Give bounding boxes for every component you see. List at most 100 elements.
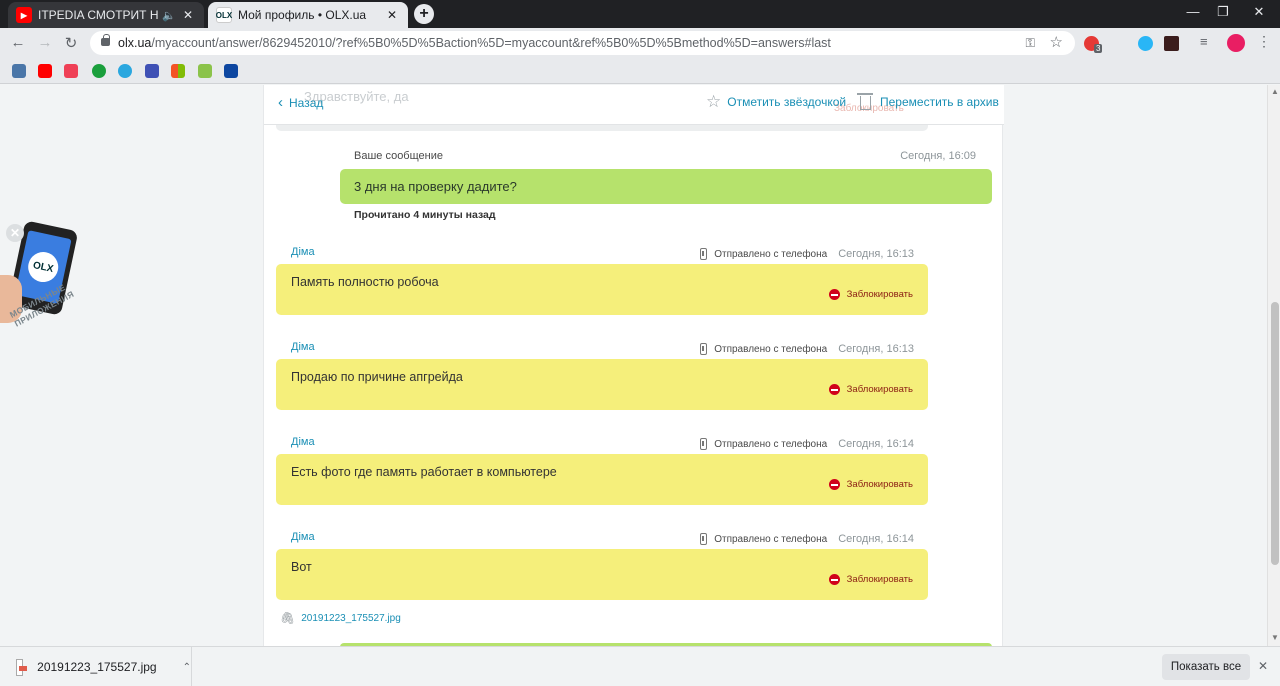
sent-via: Отправлено с телефона xyxy=(714,533,828,545)
avatar[interactable] xyxy=(1227,34,1245,52)
page-viewport: OLX ✕ МОБИЛЬНЫЕ ПРИЛОЖЕНИЯ Здравствуйте,… xyxy=(0,85,1267,646)
close-downloads-icon[interactable]: ✕ xyxy=(1258,659,1268,673)
tab-youtube[interactable]: ▶ ITPEDIA СМОТРИТ НОВОГО 🔈 ✕ xyxy=(8,2,204,28)
message-time: Сегодня, 16:13 xyxy=(838,248,914,260)
page-scrollbar[interactable]: ▲ ▼ xyxy=(1267,85,1280,646)
url-path: /myaccount/answer/8629452010/?ref%5B0%5D… xyxy=(151,36,831,50)
star-icon: ☆ xyxy=(706,92,722,111)
message-meta: Отправлено с телефона Сегодня, 16:13 xyxy=(700,343,914,355)
key-icon[interactable]: ⚿ xyxy=(1025,31,1035,55)
red-extension-icon[interactable] xyxy=(1164,36,1179,51)
message-author[interactable]: Діма xyxy=(291,341,315,353)
scroll-down-icon[interactable]: ▼ xyxy=(1271,633,1279,642)
own-message-header: Ваше сообщение Сегодня, 16:09 xyxy=(354,150,976,162)
a-icon[interactable] xyxy=(198,64,212,78)
menu-icon[interactable]: ⋮ xyxy=(1257,33,1272,49)
snowflake-icon[interactable] xyxy=(118,64,132,78)
message-time: Сегодня, 16:14 xyxy=(838,438,914,450)
speaker-icon[interactable]: 🔈 xyxy=(162,9,176,22)
olx-icon: OLX xyxy=(216,7,232,23)
chevron-up-icon[interactable]: ⌃ xyxy=(183,662,191,673)
message-author[interactable]: Діма xyxy=(291,531,315,543)
message-text: Память полностю робоча xyxy=(291,275,439,289)
block-icon xyxy=(828,574,840,585)
download-item[interactable]: 20191223_175527.jpg ⌃ xyxy=(12,647,192,686)
close-tab-icon[interactable]: ✕ xyxy=(384,8,400,22)
vk-icon[interactable] xyxy=(12,64,26,78)
message-text: Есть фото где память работает в компьюте… xyxy=(291,465,557,479)
bookmarks-bar xyxy=(0,58,1280,84)
message-bubble: Вот Заблокировать xyxy=(276,549,928,600)
block-label: Заблокировать xyxy=(846,574,913,585)
playlist-icon[interactable]: ≡ xyxy=(1200,34,1215,49)
message-time: Сегодня, 16:13 xyxy=(838,343,914,355)
lock-icon xyxy=(101,34,110,46)
message-meta: Отправлено с телефона Сегодня, 16:14 xyxy=(700,438,914,450)
archive-button[interactable]: Переместить в архив xyxy=(857,93,999,110)
mobile-apps-promo[interactable]: OLX ✕ МОБИЛЬНЫЕ ПРИЛОЖЕНИЯ xyxy=(0,215,90,365)
promo-close-icon[interactable]: ✕ xyxy=(6,224,24,242)
message-text: Продаю по причине апгрейда xyxy=(291,370,463,384)
pocket-icon[interactable] xyxy=(64,64,78,78)
downloads-bar: 20191223_175527.jpg ⌃ Показать все ✕ xyxy=(0,646,1280,686)
star-button[interactable]: ☆ Отметить звёздочкой xyxy=(706,92,847,111)
extension-badge: 3 xyxy=(1094,44,1103,53)
stripe-icon[interactable] xyxy=(224,64,238,78)
read-status: Прочитано 4 минуты назад xyxy=(354,209,496,221)
bookmark-star-icon[interactable]: ☆ xyxy=(1050,31,1063,55)
scrollbar-thumb[interactable] xyxy=(1271,302,1279,565)
paperclip-icon: 🖇 xyxy=(280,611,296,625)
back-arrow-icon[interactable]: ← xyxy=(9,34,27,51)
block-label: Заблокировать xyxy=(846,479,913,490)
own-message-time: Сегодня, 16:09 xyxy=(900,150,976,162)
block-icon xyxy=(828,289,840,300)
back-label: Назад xyxy=(289,96,324,110)
new-tab-button[interactable]: + xyxy=(414,4,434,24)
show-all-button[interactable]: Показать все xyxy=(1162,654,1250,680)
message-author[interactable]: Діма xyxy=(291,436,315,448)
archive-label: Переместить в архив xyxy=(880,95,999,109)
attachment-link[interactable]: 🖇 20191223_175527.jpg xyxy=(280,611,401,625)
chevron-left-icon: ‹ xyxy=(278,94,283,111)
browser-toolbar: ← → ↻ olx.ua/myaccount/answer/8629452010… xyxy=(0,28,1280,58)
windows-icon[interactable] xyxy=(171,64,185,78)
reload-icon[interactable]: ↻ xyxy=(62,34,80,52)
address-bar[interactable]: olx.ua/myaccount/answer/8629452010/?ref%… xyxy=(90,31,1075,55)
star-label: Отметить звёздочкой xyxy=(727,95,847,109)
forward-arrow-icon[interactable]: → xyxy=(36,34,54,51)
image-file-icon xyxy=(16,658,28,676)
vpn-extension-icon[interactable] xyxy=(1138,36,1153,51)
maximize-icon[interactable]: ❐ xyxy=(1208,4,1238,20)
block-button[interactable]: Заблокировать xyxy=(828,384,913,395)
sent-via: Отправлено с телефона xyxy=(714,343,828,355)
green-ball-icon[interactable] xyxy=(92,64,106,78)
close-window-icon[interactable]: ✕ xyxy=(1244,4,1274,20)
conversation-card: Здравствуйте, да Заблокировать ‹ Назад ☆… xyxy=(263,85,1004,646)
block-button[interactable]: Заблокировать xyxy=(828,574,913,585)
scroll-up-icon[interactable]: ▲ xyxy=(1271,87,1279,96)
conversation-header: Здравствуйте, да Заблокировать ‹ Назад ☆… xyxy=(264,85,1004,125)
sent-via: Отправлено с телефона xyxy=(714,438,828,450)
message-author[interactable]: Діма xyxy=(291,246,315,258)
tab-title: ITPEDIA СМОТРИТ НОВОГО xyxy=(38,8,159,22)
block-button[interactable]: Заблокировать xyxy=(828,479,913,490)
youtube-icon[interactable] xyxy=(38,64,52,78)
phone-icon xyxy=(700,248,708,260)
message-bubble: Память полностю робоча Заблокировать xyxy=(276,264,928,315)
tab-strip: ▶ ITPEDIA СМОТРИТ НОВОГО 🔈 ✕ OLX Мой про… xyxy=(0,0,1280,28)
tab-title: Мой профиль • OLX.ua xyxy=(238,8,367,22)
block-label: Заблокировать xyxy=(846,289,913,300)
close-tab-icon[interactable]: ✕ xyxy=(180,8,196,22)
phone-icon xyxy=(700,438,708,450)
sent-via: Отправлено с телефона xyxy=(714,248,828,260)
sigma-icon[interactable] xyxy=(145,64,159,78)
block-label: Заблокировать xyxy=(846,384,913,395)
own-message-label: Ваше сообщение xyxy=(354,150,443,162)
youtube-icon: ▶ xyxy=(16,7,32,23)
url-host: olx.ua xyxy=(118,36,152,50)
phone-icon xyxy=(700,343,708,355)
minimize-icon[interactable]: — xyxy=(1178,4,1208,19)
block-button[interactable]: Заблокировать xyxy=(828,289,913,300)
back-link[interactable]: ‹ Назад xyxy=(278,94,324,111)
tab-olx[interactable]: OLX Мой профиль • OLX.ua ✕ xyxy=(208,2,408,28)
